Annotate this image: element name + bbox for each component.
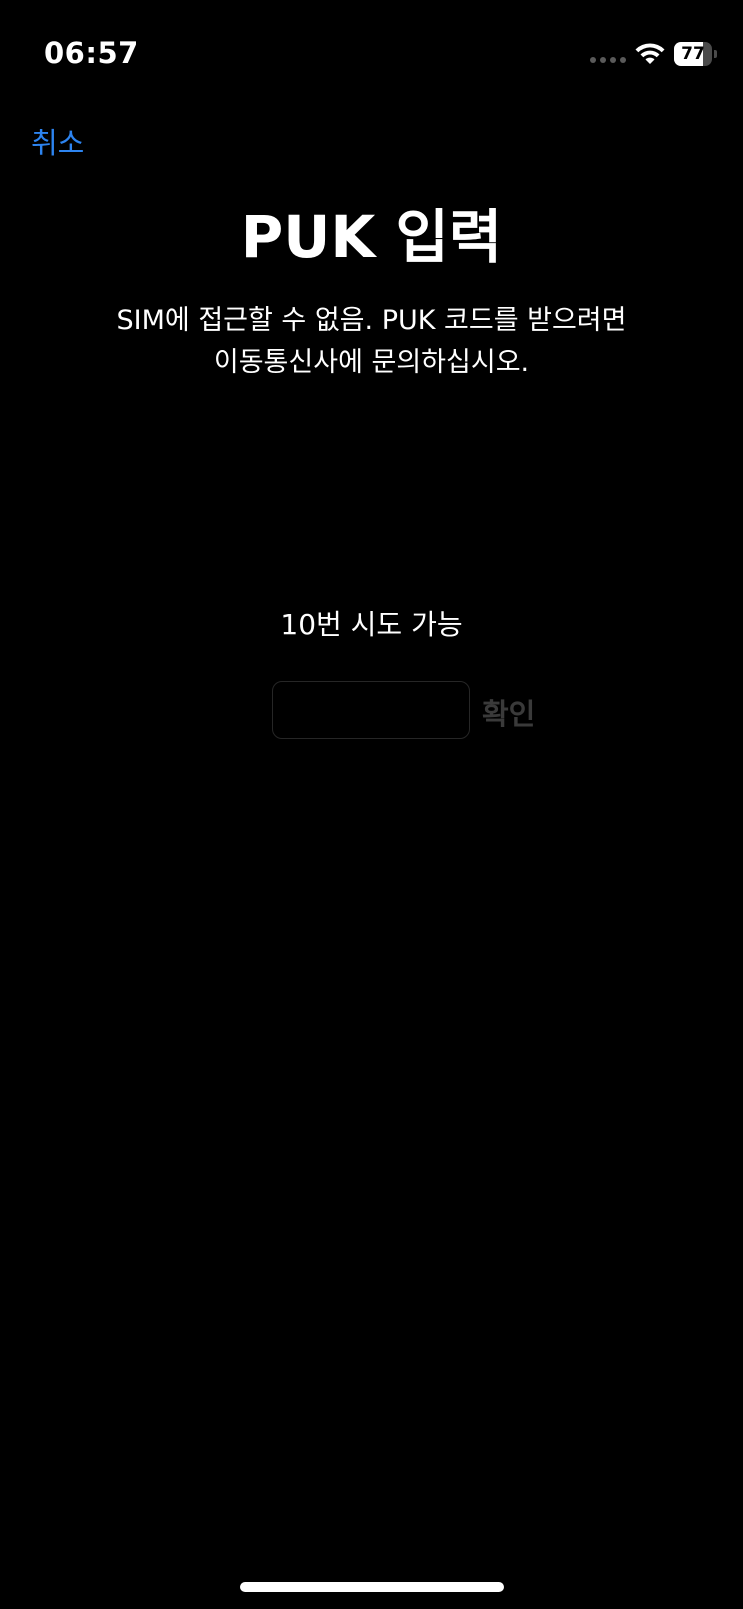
confirm-button[interactable]: 확인	[482, 691, 535, 733]
cancel-button[interactable]: 취소	[31, 120, 84, 162]
battery-icon: 77	[674, 42, 718, 66]
description-text: SIM에 접근할 수 없음. PUK 코드를 받으려면 이동통신사에 문의하십시…	[40, 300, 703, 384]
cellular-signal-dots-icon	[590, 57, 626, 63]
home-indicator[interactable]	[240, 1582, 504, 1592]
wifi-icon	[635, 43, 665, 64]
page-title: PUK 입력	[240, 203, 503, 271]
puk-input[interactable]	[272, 681, 470, 739]
status-time: 06:57	[44, 36, 139, 70]
description-line-2: 이동통신사에 문의하십시오.	[213, 347, 530, 378]
attempts-remaining-label: 10번 시도 가능	[280, 608, 463, 641]
status-bar: 06:57 77	[0, 0, 743, 110]
battery-level: 77	[681, 44, 705, 64]
description-line-1: SIM에 접근할 수 없음. PUK 코드를 받으려면	[116, 305, 627, 336]
